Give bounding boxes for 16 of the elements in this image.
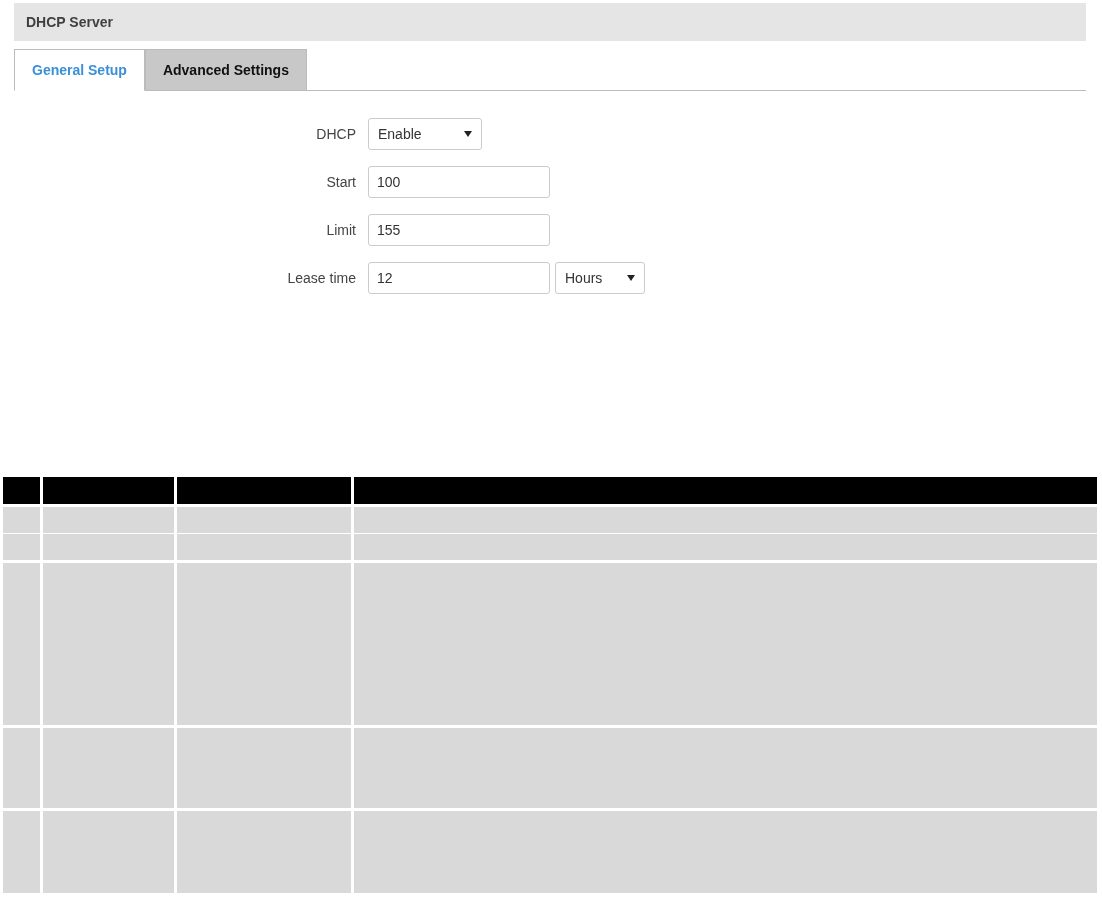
field-label: Lease time <box>286 270 356 286</box>
table-cell <box>3 507 40 533</box>
input-field[interactable]: 12 <box>368 262 550 294</box>
tab[interactable]: Advanced Settings <box>144 49 307 91</box>
table-header-cell <box>3 477 40 504</box>
caret-icon <box>627 275 635 281</box>
panel-title: DHCP Server <box>26 14 113 30</box>
field-label: Limit <box>325 222 356 238</box>
input-field[interactable]: 100 <box>368 166 550 198</box>
field-label: Start <box>325 174 356 190</box>
dropdown[interactable]: Hours <box>555 262 645 294</box>
caret-icon <box>464 131 472 137</box>
field-label: DHCP <box>315 126 356 142</box>
input-field[interactable]: 155 <box>368 214 550 246</box>
dropdown[interactable]: Enable <box>368 118 482 150</box>
table-cell <box>3 534 40 560</box>
